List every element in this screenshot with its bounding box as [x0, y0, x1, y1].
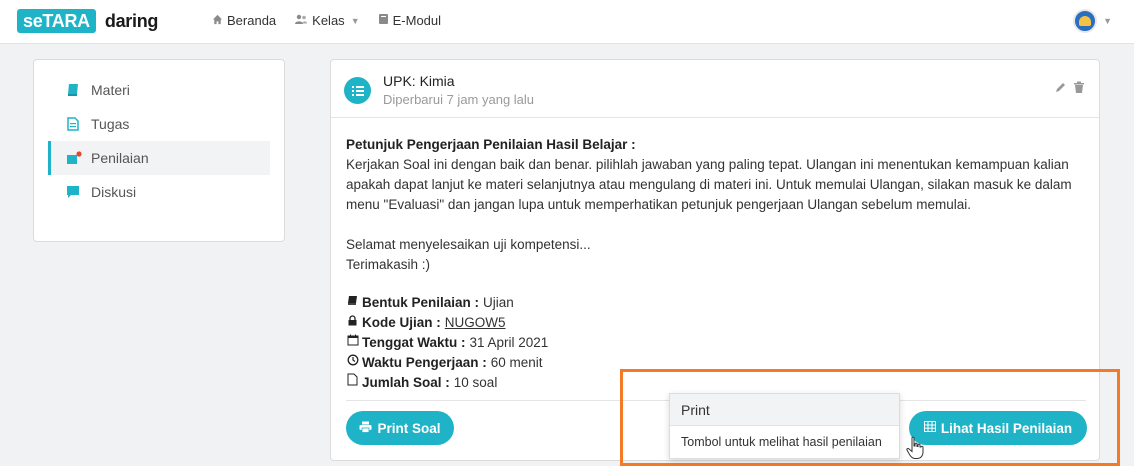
avatar[interactable] — [1073, 9, 1098, 33]
tooltip-popover: Print Tombol untuk melihat hasil penilai… — [669, 393, 900, 459]
main-nav: Beranda Kelas ▼ E-Modul — [212, 13, 459, 28]
meta-label: Bentuk Penilaian : — [362, 295, 480, 310]
sidebar-item-label: Penilaian — [91, 150, 149, 166]
card-actions — [1048, 81, 1085, 97]
list-icon — [344, 77, 371, 104]
brand-logo[interactable]: seTARA daring — [17, 9, 158, 33]
sidebar-item-penilaian[interactable]: Penilaian — [48, 141, 270, 175]
nav-beranda[interactable]: Beranda — [212, 13, 276, 28]
top-navbar: seTARA daring Beranda Kelas ▼ E-Modul ▼ — [0, 0, 1134, 44]
popover-body: Tombol untuk melihat hasil penilaian — [681, 435, 882, 449]
sidebar-item-label: Diskusi — [91, 184, 137, 200]
card-updated: Diperbarui 7 jam yang lalu — [383, 92, 535, 107]
meta-label: Waktu Pengerjaan : — [362, 355, 487, 370]
book-icon — [66, 83, 80, 97]
logo-text: daring — [104, 10, 159, 31]
meta-value: 10 soal — [453, 375, 498, 390]
instruction-heading: Petunjuk Pengerjaan Penilaian Hasil Bela… — [346, 137, 636, 152]
profile-menu[interactable]: ▼ — [1073, 9, 1112, 33]
card-header: UPK: Kimia Diperbarui 7 jam yang lalu — [331, 60, 1099, 118]
instruction-body: Kerjakan Soal ini dengan baik dan benar.… — [346, 157, 1072, 212]
meta-value: Ujian — [483, 295, 514, 310]
nav-kelas-label: Kelas — [312, 13, 345, 28]
book-icon — [346, 293, 359, 313]
meta-bentuk: Bentuk Penilaian : Ujian — [346, 293, 548, 313]
calendar-icon — [346, 333, 359, 353]
closing-line-1: Selamat menyelesaikan uji kompetensi... — [346, 237, 591, 252]
trash-icon[interactable] — [1073, 81, 1085, 97]
assessment-meta: Bentuk Penilaian : Ujian Kode Ujian : NU… — [346, 293, 548, 393]
sidebar-item-materi[interactable]: Materi — [48, 73, 270, 107]
edit-icon[interactable] — [1054, 81, 1067, 97]
meta-waktu: Waktu Pengerjaan : 60 menit — [346, 353, 548, 373]
chevron-down-icon: ▼ — [1103, 16, 1112, 26]
hand-cursor-icon — [905, 436, 925, 460]
meta-label: Tenggat Waktu : — [362, 335, 466, 350]
nav-beranda-label: Beranda — [227, 13, 277, 28]
popover-title: Print — [670, 394, 899, 426]
meta-label: Kode Ujian : — [362, 315, 441, 330]
print-soal-button[interactable]: Print Soal — [346, 411, 454, 445]
nav-emodul-label: E-Modul — [392, 13, 442, 28]
nav-emodul[interactable]: E-Modul — [378, 13, 441, 28]
exam-code[interactable]: NUGOW5 — [445, 313, 506, 333]
sidebar: Materi Tugas Penilaian Diskusi — [33, 59, 285, 242]
closing-line-2: Terimakasih :) — [346, 257, 431, 272]
clock-icon — [346, 353, 359, 373]
meta-tenggat: Tenggat Waktu : 31 April 2021 — [346, 333, 548, 353]
meta-kode: Kode Ujian : NUGOW5 — [346, 313, 548, 333]
lock-icon — [346, 313, 359, 333]
chevron-down-icon: ▼ — [350, 15, 360, 26]
home-icon — [212, 14, 223, 28]
nav-kelas[interactable]: Kelas ▼ — [294, 13, 360, 28]
file-icon — [66, 117, 80, 131]
chat-icon — [66, 185, 80, 199]
print-soal-label: Print Soal — [377, 420, 441, 436]
card-title: UPK: Kimia — [383, 73, 455, 89]
sidebar-item-label: Materi — [91, 82, 130, 98]
print-icon — [359, 421, 372, 436]
grade-icon — [66, 151, 82, 165]
meta-value: 31 April 2021 — [469, 335, 549, 350]
meta-label: Jumlah Soal : — [362, 375, 450, 390]
sidebar-item-diskusi[interactable]: Diskusi — [48, 175, 270, 209]
book-icon — [378, 13, 389, 28]
meta-value: 60 menit — [490, 355, 543, 370]
meta-jumlah: Jumlah Soal : 10 soal — [346, 373, 548, 393]
logo-badge: seTARA — [17, 9, 96, 33]
file-icon — [346, 373, 359, 393]
sidebar-item-tugas[interactable]: Tugas — [48, 107, 270, 141]
users-icon — [294, 14, 308, 28]
instructions: Petunjuk Pengerjaan Penilaian Hasil Bela… — [346, 135, 1091, 275]
sidebar-item-label: Tugas — [91, 116, 130, 132]
